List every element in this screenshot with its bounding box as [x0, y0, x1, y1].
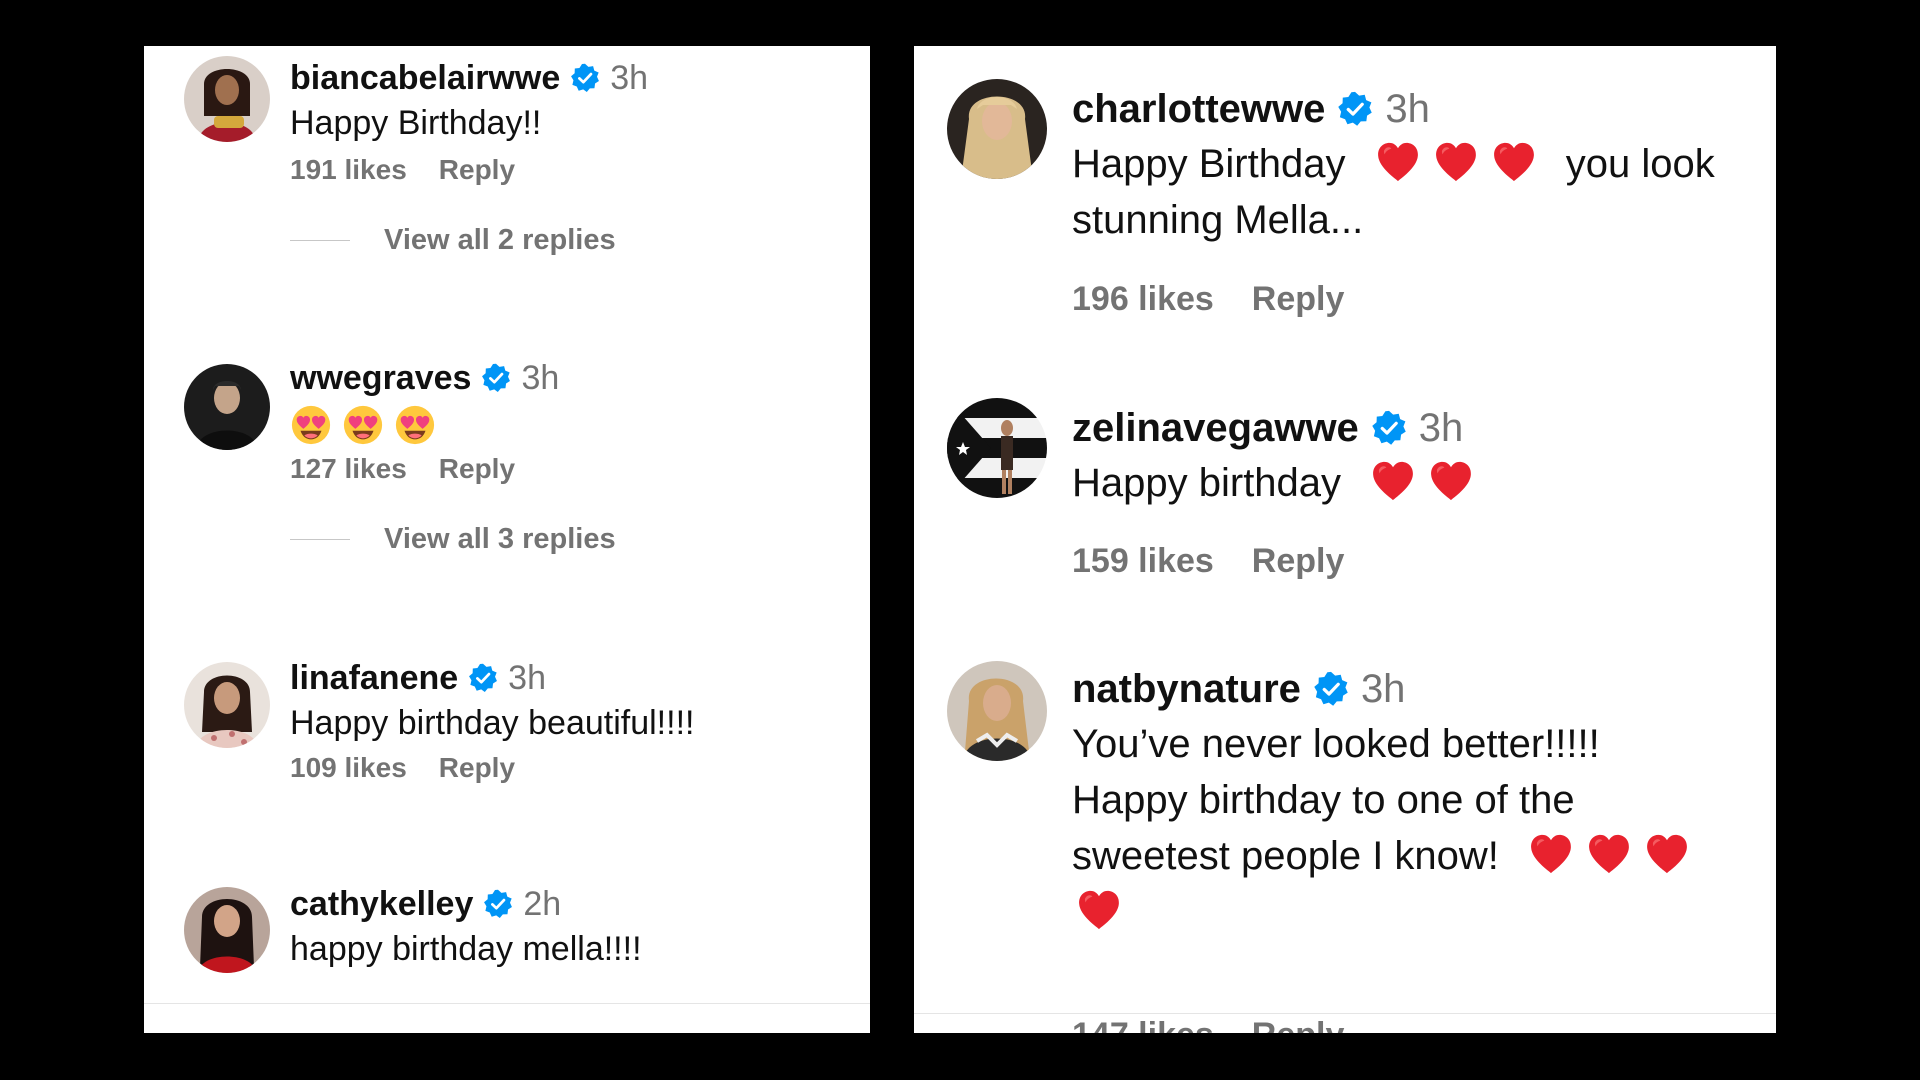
comment-text-line: Happy birthday to one of the — [1072, 778, 1575, 822]
comment-text: Happy Birthday you look — [1072, 136, 1756, 192]
verified-badge-icon — [1313, 671, 1349, 707]
likes-count[interactable]: 127 likes — [290, 453, 407, 485]
comment-body: zelinavegawwe 3h Happy birthday — [1072, 401, 1756, 511]
avatar[interactable] — [947, 398, 1047, 498]
replies-divider — [290, 240, 350, 241]
username[interactable]: natbynature — [1072, 667, 1301, 712]
view-replies-button[interactable]: View all 3 replies — [290, 523, 616, 556]
comment-text-part: you look — [1565, 142, 1715, 186]
red-heart-emoji-icon — [1428, 460, 1474, 502]
verified-badge-icon — [570, 63, 600, 93]
divider — [914, 1013, 1776, 1014]
avatar[interactable] — [947, 661, 1047, 761]
likes-count[interactable]: 159 likes — [1072, 542, 1214, 581]
comment-text: Happy Birthday!! — [290, 104, 542, 142]
red-heart-emoji-icon — [1370, 460, 1416, 502]
comment-text-line: You’ve never looked better!!!!! — [1072, 722, 1600, 766]
comment-body: linafanene 3h Happy birthday beautiful!!… — [290, 656, 850, 746]
verified-badge-icon — [1371, 410, 1407, 446]
comment-text: Happy birthday — [1072, 455, 1756, 511]
timestamp[interactable]: 3h — [521, 359, 559, 398]
likes-count[interactable]: 109 likes — [290, 752, 407, 784]
red-heart-emoji-icon — [1076, 889, 1122, 931]
red-heart-emoji-icon — [1644, 833, 1690, 875]
timestamp[interactable]: 2h — [523, 885, 561, 924]
red-heart-emoji-icon — [1375, 141, 1421, 183]
heart-eyes-emoji-icon — [342, 404, 384, 446]
heart-eyes-emoji-icon — [290, 404, 332, 446]
comment-text: happy birthday mella!!!! — [290, 930, 642, 968]
username[interactable]: wwegraves — [290, 359, 471, 398]
comment-text-part: Happy birthday — [1072, 461, 1342, 505]
comment-text-line: stunning Mella... — [1072, 198, 1364, 242]
timestamp[interactable]: 3h — [1385, 87, 1430, 132]
comment-text — [1072, 884, 1756, 940]
heart-eyes-emoji-icon — [394, 404, 436, 446]
likes-count[interactable]: 196 likes — [1072, 280, 1214, 319]
reply-button[interactable]: Reply — [1252, 542, 1345, 581]
verified-badge-icon — [483, 889, 513, 919]
comment-text-part: Happy Birthday — [1072, 142, 1346, 186]
timestamp[interactable]: 3h — [508, 659, 546, 698]
comment-body: wwegraves 3h — [290, 356, 850, 450]
reply-button[interactable]: Reply — [1252, 280, 1345, 319]
red-heart-emoji-icon — [1528, 833, 1574, 875]
red-heart-emoji-icon — [1586, 833, 1632, 875]
comment-body: biancabelairwwe 3h Happy Birthday!! — [290, 56, 850, 146]
avatar[interactable] — [184, 56, 270, 142]
likes-count[interactable]: 147 likes — [1072, 1016, 1214, 1033]
avatar[interactable] — [184, 887, 270, 973]
comment-actions: 147 likes Reply — [1072, 1016, 1344, 1033]
avatar[interactable] — [947, 79, 1047, 179]
comment-actions: 159 likes Reply — [1072, 542, 1344, 581]
username[interactable]: cathykelley — [290, 885, 473, 924]
comment-actions: 127 likes Reply — [290, 453, 515, 485]
comment-text: sweetest people I know! — [1072, 828, 1756, 884]
username[interactable]: biancabelairwwe — [290, 59, 560, 98]
divider — [144, 1003, 870, 1004]
comment-text: Happy birthday beautiful!!!! — [290, 704, 695, 742]
replies-divider — [290, 539, 350, 540]
red-heart-emoji-icon — [1433, 141, 1479, 183]
likes-count[interactable]: 191 likes — [290, 154, 407, 186]
timestamp[interactable]: 3h — [1361, 667, 1406, 712]
reply-button[interactable]: Reply — [1252, 1016, 1345, 1033]
username[interactable]: linafanene — [290, 659, 458, 698]
comment-body: charlottewwe 3h Happy Birthday you look … — [1072, 82, 1756, 248]
verified-badge-icon — [481, 363, 511, 393]
view-replies-label: View all 2 replies — [384, 224, 616, 256]
timestamp[interactable]: 3h — [610, 59, 648, 98]
comment-body: cathykelley 2h happy birthday mella!!!! — [290, 882, 850, 972]
username[interactable]: charlottewwe — [1072, 87, 1325, 132]
comment-text — [290, 400, 850, 450]
timestamp[interactable]: 3h — [1419, 406, 1464, 451]
username[interactable]: zelinavegawwe — [1072, 406, 1359, 451]
view-replies-label: View all 3 replies — [384, 523, 616, 555]
comment-actions: 109 likes Reply — [290, 752, 515, 784]
reply-button[interactable]: Reply — [439, 752, 515, 784]
comment-body: natbynature 3h You’ve never looked bette… — [1072, 662, 1756, 940]
reply-button[interactable]: Reply — [439, 154, 515, 186]
comments-panel-right: charlottewwe 3h Happy Birthday you look … — [914, 46, 1776, 1033]
comments-panel-left: biancabelairwwe 3h Happy Birthday!! 191 … — [144, 46, 870, 1033]
comment-actions: 196 likes Reply — [1072, 280, 1344, 319]
reply-button[interactable]: Reply — [439, 453, 515, 485]
verified-badge-icon — [1337, 91, 1373, 127]
red-heart-emoji-icon — [1491, 141, 1537, 183]
avatar[interactable] — [184, 662, 270, 748]
comment-actions: 191 likes Reply — [290, 154, 515, 186]
avatar[interactable] — [184, 364, 270, 450]
view-replies-button[interactable]: View all 2 replies — [290, 224, 616, 257]
verified-badge-icon — [468, 663, 498, 693]
comment-text-part: sweetest people I know! — [1072, 834, 1499, 878]
